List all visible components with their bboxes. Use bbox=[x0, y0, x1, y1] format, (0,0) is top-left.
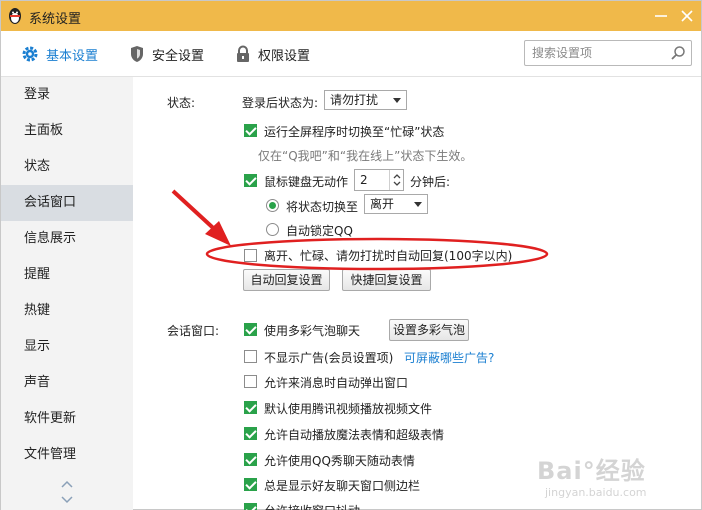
red-arrow-icon bbox=[171, 189, 231, 246]
watermark-brand: Bai°经验 bbox=[537, 457, 646, 485]
baidu-jingyan-watermark: Bai°经验 jingyan.baidu.com bbox=[537, 451, 647, 499]
settings-window: 系统设置 基本设置 安全设置 权限设置 搜索设置项 登录 主面板 状态 会话窗口… bbox=[0, 0, 702, 510]
highlight-ellipse bbox=[205, 237, 549, 271]
watermark-url: jingyan.baidu.com bbox=[545, 486, 647, 499]
annotation-overlay bbox=[171, 189, 549, 271]
